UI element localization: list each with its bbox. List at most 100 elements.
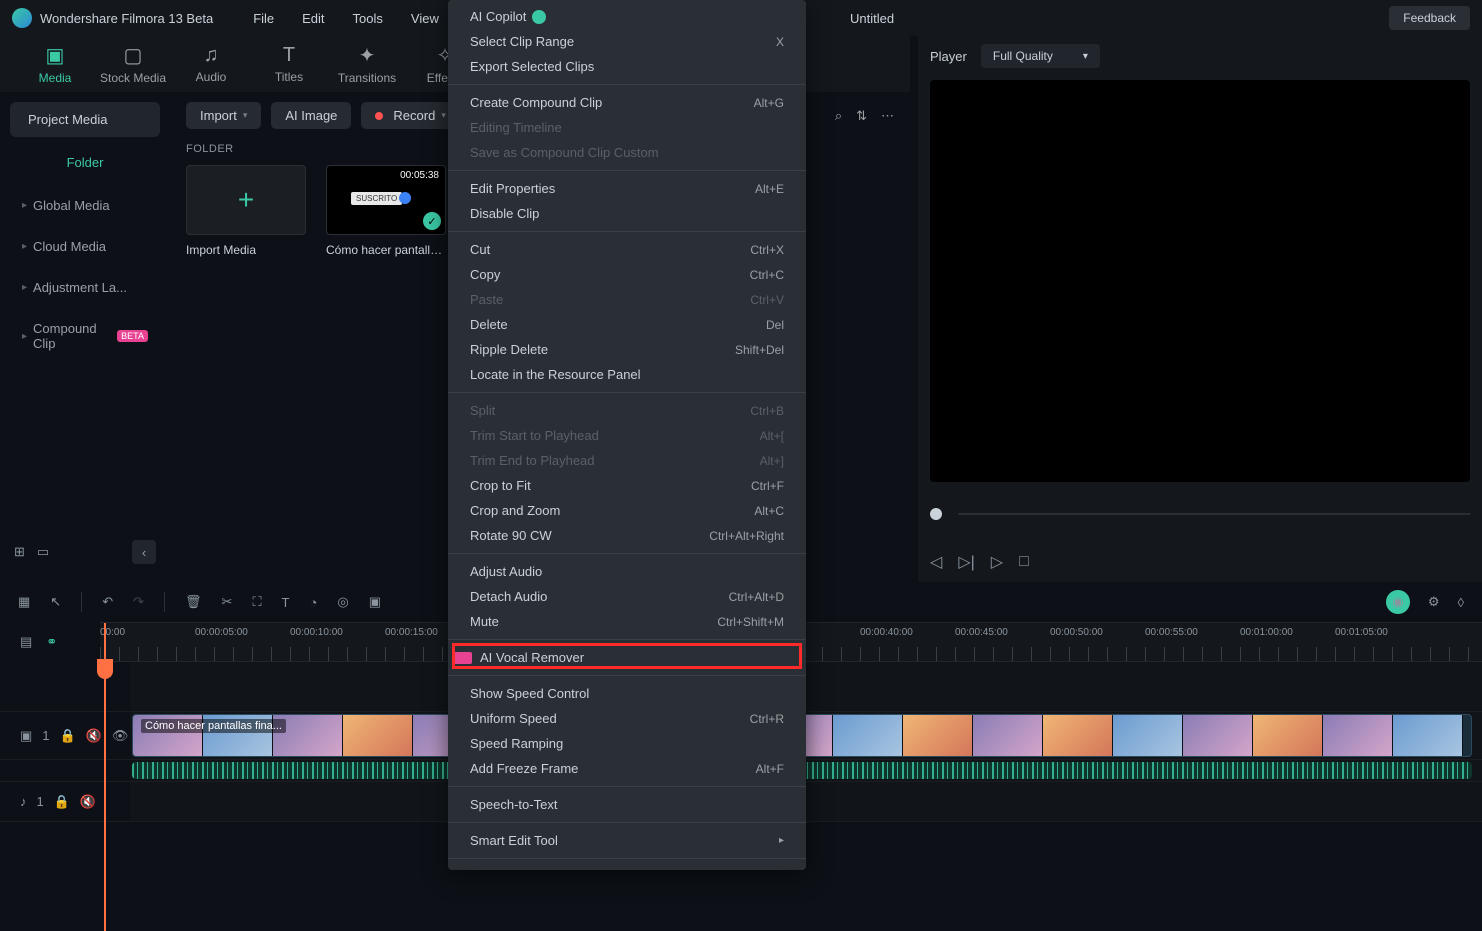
track-view-icon[interactable]: ▤ — [20, 634, 32, 650]
ctx-delete[interactable]: DeleteDel — [448, 312, 806, 337]
lock-icon[interactable]: 🔒 — [54, 794, 70, 810]
ctx-detach-audio[interactable]: Detach AudioCtrl+Alt+D — [448, 584, 806, 609]
ai-image-button[interactable]: AI Image — [271, 102, 351, 129]
crop-icon[interactable]: ⛶ — [252, 594, 261, 610]
color-icon[interactable]: ◎ — [337, 594, 348, 610]
menu-file[interactable]: File — [253, 11, 274, 26]
import-media-tile[interactable]: + Import Media — [186, 165, 306, 257]
sidebar-folder[interactable]: Folder — [10, 143, 160, 182]
ctx-crop-fit[interactable]: Crop to FitCtrl+F — [448, 473, 806, 498]
audio-waveform-track[interactable] — [130, 760, 1482, 781]
mute-icon[interactable]: 🔇 — [86, 728, 102, 744]
prev-frame-icon[interactable]: ◁ — [930, 552, 942, 572]
playhead[interactable] — [104, 623, 106, 931]
ctx-select-clip-range[interactable]: Select Clip RangeX — [448, 29, 806, 54]
ctx-crop-zoom[interactable]: Crop and ZoomAlt+C — [448, 498, 806, 523]
sidebar-cloud-media[interactable]: ▸Cloud Media — [10, 229, 160, 264]
sidebar-adjustment-layer[interactable]: ▸Adjustment La... — [10, 270, 160, 305]
ctx-show-speed-control[interactable]: Show Speed Control — [448, 681, 806, 706]
ctx-locate-resource[interactable]: Locate in the Resource Panel — [448, 362, 806, 387]
split-icon[interactable]: ✂ — [222, 594, 233, 610]
audio-track-head: ♪1 🔒 🔇 — [0, 782, 130, 821]
seek-bar[interactable] — [958, 513, 1470, 515]
folder-icon[interactable]: ▭ — [37, 544, 49, 560]
tab-media[interactable]: ▣Media — [20, 43, 90, 85]
video-track-icon[interactable]: ▣ — [20, 728, 32, 744]
player-canvas[interactable] — [930, 80, 1470, 482]
text-icon[interactable]: T — [282, 595, 290, 610]
ctx-edit-properties[interactable]: Edit PropertiesAlt+E — [448, 176, 806, 201]
keyframe-icon[interactable]: ▣ — [369, 594, 381, 610]
ctx-ripple-delete[interactable]: Ripple DeleteShift+Del — [448, 337, 806, 362]
record-dropdown[interactable]: Record▾ — [361, 102, 459, 129]
folder-add-icon[interactable]: ⊞ — [14, 544, 25, 560]
play-icon[interactable]: ▷ — [991, 552, 1003, 572]
ctx-add-freeze-frame[interactable]: Add Freeze FrameAlt+F — [448, 756, 806, 781]
audio-track-icon[interactable]: ♪ — [20, 794, 27, 809]
import-dropdown[interactable]: Import▾ — [186, 102, 261, 129]
ctx-paste: PasteCtrl+V — [448, 287, 806, 312]
ctx-disable-clip[interactable]: Disable Clip — [448, 201, 806, 226]
media-sidebar: Project Media Folder ▸Global Media ▸Clou… — [0, 92, 170, 582]
stop-icon[interactable]: □ — [1019, 553, 1029, 571]
undo-icon[interactable]: ↶ — [102, 594, 113, 610]
grid-icon[interactable]: ▦ — [18, 594, 30, 610]
ctx-trim-end: Trim End to PlayheadAlt+] — [448, 448, 806, 473]
ctx-smart-edit-tool[interactable]: Smart Edit Tool▸ — [448, 828, 806, 853]
app-icon — [12, 8, 32, 28]
menu-tools[interactable]: Tools — [353, 11, 383, 26]
cursor-icon[interactable]: ↖ — [50, 594, 61, 610]
media-clip-tile[interactable]: 00:05:38 SUSCRITO ✓ Cómo hacer pantallas… — [326, 165, 446, 257]
link-icon[interactable]: ⚭ — [46, 634, 57, 650]
video-track-1[interactable]: Cómo hacer pantallas fina... — [130, 712, 1482, 759]
sidebar-compound-clip[interactable]: ▸Compound ClipBETA — [10, 311, 160, 361]
speed-icon[interactable]: ◔ — [310, 595, 318, 610]
filter-icon[interactable]: ⇅ — [856, 108, 867, 124]
stock-icon: ▢ — [124, 43, 143, 68]
seek-position[interactable] — [930, 508, 942, 520]
sidebar-collapse-button[interactable]: ‹ — [132, 540, 156, 564]
menu-edit[interactable]: Edit — [302, 11, 324, 26]
tab-stock-media[interactable]: ▢Stock Media — [98, 43, 168, 85]
eye-icon[interactable]: 👁 — [112, 728, 129, 744]
delete-icon[interactable]: 🗑 — [185, 594, 202, 610]
ctx-uniform-speed[interactable]: Uniform SpeedCtrl+R — [448, 706, 806, 731]
ctx-copy[interactable]: CopyCtrl+C — [448, 262, 806, 287]
ctx-rotate-90[interactable]: Rotate 90 CWCtrl+Alt+Right — [448, 523, 806, 548]
feedback-button[interactable]: Feedback — [1389, 6, 1470, 30]
playhead-handle[interactable] — [97, 659, 113, 679]
ctx-cut[interactable]: CutCtrl+X — [448, 237, 806, 262]
menu-view[interactable]: View — [411, 11, 439, 26]
redo-icon[interactable]: ↷ — [133, 594, 144, 610]
tab-transitions[interactable]: ✦Transitions — [332, 43, 402, 85]
ctx-mute[interactable]: MuteCtrl+Shift+M — [448, 609, 806, 634]
ai-badge-icon[interactable]: ◉ — [1386, 590, 1410, 614]
chevron-right-icon: ▸ — [22, 241, 27, 252]
ctx-export-selected[interactable]: Export Selected Clips — [448, 54, 806, 79]
audio-track-1[interactable] — [130, 782, 1482, 821]
tab-audio[interactable]: ♫Audio — [176, 44, 246, 84]
ctx-adjust-audio[interactable]: Adjust Audio — [448, 559, 806, 584]
ctx-color-match[interactable]: Color MatchAlt+M — [448, 864, 806, 870]
ctx-speech-to-text[interactable]: Speech-to-Text — [448, 792, 806, 817]
search-icon[interactable]: ⌕ — [835, 108, 842, 124]
ctx-create-compound[interactable]: Create Compound ClipAlt+G — [448, 90, 806, 115]
lock-icon[interactable]: 🔒 — [60, 728, 76, 744]
more-icon[interactable]: ⋯ — [881, 108, 894, 124]
next-frame-icon[interactable]: ▷| — [958, 552, 974, 572]
record-icon — [375, 112, 383, 120]
sidebar-global-media[interactable]: ▸Global Media — [10, 188, 160, 223]
sidebar-project-media[interactable]: Project Media — [10, 102, 160, 137]
chevron-down-icon: ▾ — [441, 110, 446, 121]
ctx-speed-ramping[interactable]: Speed Ramping — [448, 731, 806, 756]
ctx-ai-copilot[interactable]: AI Copilot — [448, 4, 806, 29]
mute-icon[interactable]: 🔇 — [80, 794, 96, 810]
beta-badge: BETA — [117, 330, 148, 342]
tab-titles[interactable]: TTitles — [254, 44, 324, 84]
video-track-head: ▣1 🔒 🔇 👁 — [0, 712, 130, 759]
settings-icon[interactable]: ⚙ — [1428, 594, 1440, 610]
marker-icon[interactable]: ◊ — [1458, 595, 1464, 610]
quality-dropdown[interactable]: Full Quality▾ — [981, 44, 1100, 68]
ctx-ai-vocal-remover[interactable]: AI Vocal Remover — [448, 645, 806, 670]
ctx-split: SplitCtrl+B — [448, 398, 806, 423]
